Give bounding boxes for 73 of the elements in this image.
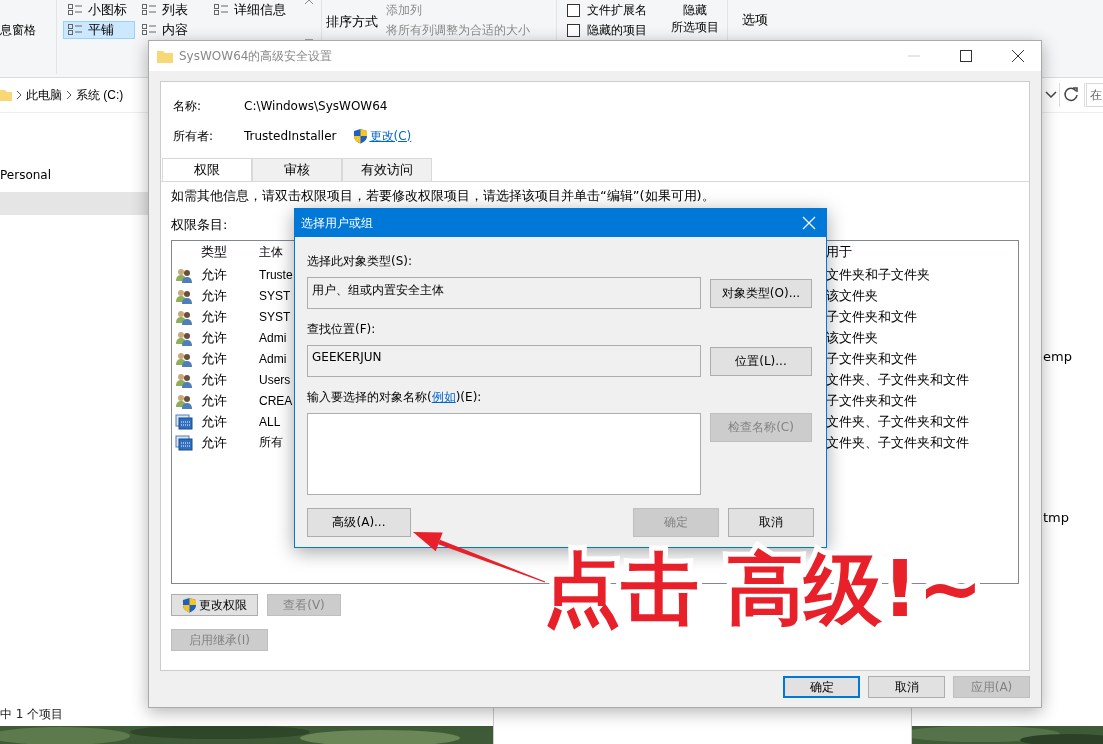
table-cell: 文件夹、子文件夹和文件 [826, 433, 969, 452]
table-cell: SYST [259, 309, 291, 324]
layout-option[interactable]: 详细信息 [209, 1, 301, 19]
table-cell: Admi [259, 351, 287, 366]
table-cell: 允许 [201, 433, 227, 452]
breadcrumb-item[interactable]: 此电脑 [26, 86, 62, 104]
field-label: 选择此对象类型(S): [307, 253, 414, 269]
tab[interactable]: 有效访问 [342, 158, 432, 181]
table-cell: 允许 [201, 307, 227, 326]
cancel-button[interactable]: 取消 [728, 508, 814, 537]
table-cell: 该文件夹 [826, 328, 878, 347]
change-owner-link[interactable]: 更改(C) [369, 127, 412, 145]
table-cell: 允许 [201, 328, 227, 347]
info-text: 如需其他信息，请双击权限项目，若要修改权限项目，请选择该项目并单击“编辑”(如果可用)。 [171, 188, 715, 203]
table-cell: 文件夹和子文件夹 [826, 265, 930, 284]
change-permissions-button[interactable]: 更改权限 [171, 594, 258, 616]
table-cell: Admi [259, 330, 287, 345]
table-cell: 子文件夹和文件 [826, 391, 917, 410]
file-name[interactable]: emp [1043, 349, 1103, 364]
tab[interactable]: 权限 [162, 158, 252, 181]
table-cell: 子文件夹和文件 [826, 307, 917, 326]
layout-option[interactable]: 小图标 [63, 1, 135, 19]
field-value: TrustedInstaller [244, 129, 337, 143]
table-cell: 该文件夹 [826, 286, 878, 305]
breadcrumb-item[interactable]: 系统 (C:) [76, 86, 124, 104]
dialog-button[interactable]: 取消 [868, 676, 945, 698]
column-header[interactable]: 主体 [259, 243, 283, 261]
ribbon-checkbox[interactable]: 隐藏的项目 [567, 22, 667, 38]
location-field: GEEKERJUN [307, 345, 701, 377]
field-value: C:\Windows\SysWOW64 [244, 99, 388, 113]
file-name[interactable]: tmp [1043, 510, 1103, 525]
status-text: 中 1 个项目 [0, 706, 64, 723]
column-header[interactable]: 用于 [826, 243, 852, 261]
nav-item[interactable]: Personal [0, 168, 148, 188]
hide-selected-button[interactable]: 隐藏 所选项目 [667, 2, 723, 36]
tab[interactable]: 审核 [252, 158, 342, 181]
table-cell: 文件夹、子文件夹和文件 [826, 370, 969, 389]
list-label: 权限条目: [171, 216, 228, 234]
table-cell: 允许 [201, 349, 227, 368]
sort-button[interactable]: 排序方式 [326, 14, 382, 38]
ribbon-checkbox[interactable]: 文件扩展名 [567, 2, 667, 18]
table-cell: SYST [259, 288, 291, 303]
table-cell: Users [259, 372, 291, 387]
table-cell: 所有 [259, 434, 283, 451]
dialog-button[interactable]: 确定 [783, 676, 860, 698]
table-cell: 允许 [201, 370, 227, 389]
table-cell: 允许 [201, 391, 227, 410]
field-label: 输入要选择的对象名称(例如)(E): [307, 389, 483, 405]
search-field[interactable]: 在 [1086, 83, 1103, 107]
field-label: 查找位置(F): [307, 321, 377, 337]
table-cell: 允许 [201, 265, 227, 284]
table-cell: CREA [259, 393, 293, 408]
layout-option[interactable]: 列表 [137, 1, 207, 19]
locations-button[interactable]: 位置(L)... [710, 346, 812, 376]
options-button[interactable]: 选项 [742, 12, 768, 28]
table-cell: 文件夹、子文件夹和文件 [826, 412, 969, 431]
dialog-title: 选择用户或组 [301, 214, 373, 232]
ribbon-label[interactable]: 息窗格 [0, 23, 36, 37]
examples-link[interactable]: 例如 [431, 390, 456, 404]
field-label: 所有者: [173, 127, 215, 145]
column-header[interactable]: 类型 [201, 243, 227, 261]
window-title: SysWOW64的高级安全设置 [179, 47, 333, 65]
table-cell: ALL [259, 414, 281, 429]
table-cell: 允许 [201, 286, 227, 305]
field-label: 名称: [173, 97, 203, 115]
table-cell: 子文件夹和文件 [826, 349, 917, 368]
layout-option[interactable]: 内容 [137, 21, 207, 39]
table-cell: Truste [259, 267, 293, 282]
object-type-field: 用户、组或内置安全主体 [307, 277, 701, 309]
object-types-button[interactable]: 对象类型(O)... [710, 278, 812, 308]
layout-option[interactable]: 平铺 [63, 21, 135, 39]
advanced-button[interactable]: 高级(A)... [307, 508, 411, 537]
table-cell: 允许 [201, 412, 227, 431]
